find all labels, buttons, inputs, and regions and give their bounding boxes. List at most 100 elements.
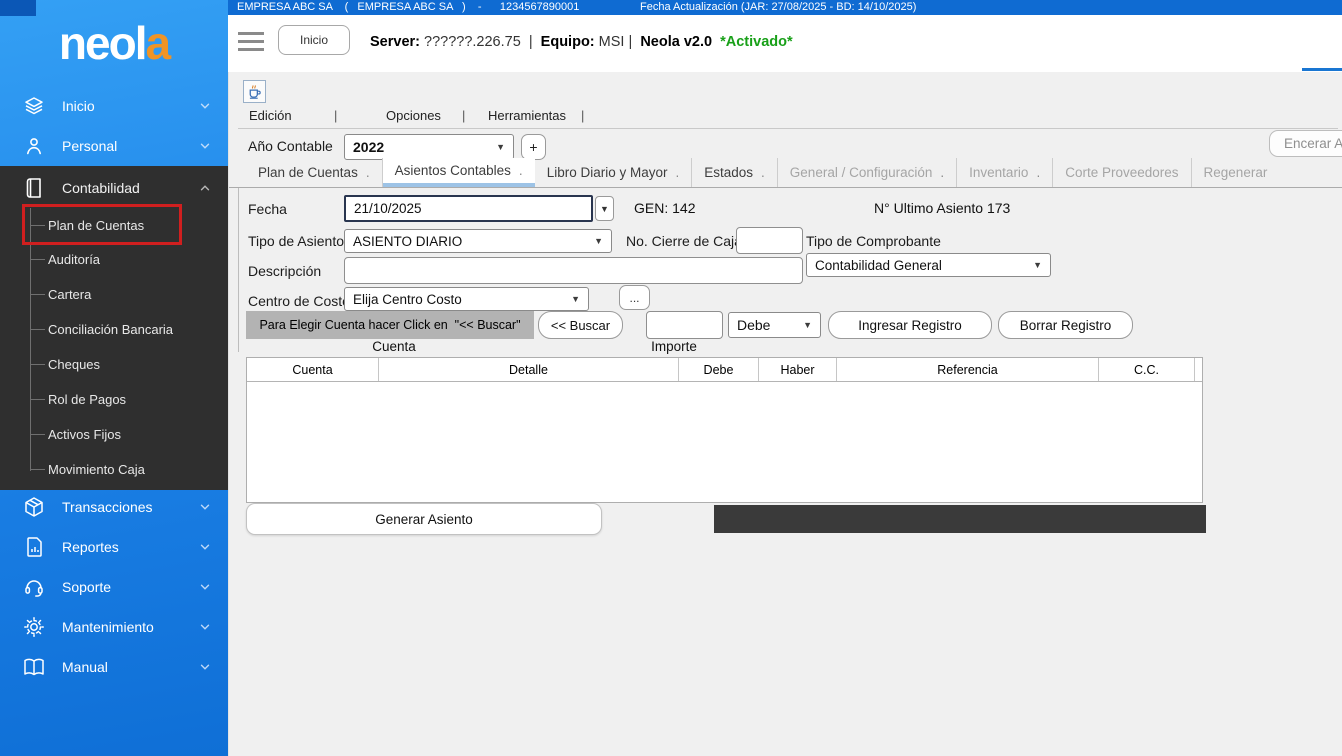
sidebar-item-inicio[interactable]: Inicio [0, 86, 228, 126]
column-header-referencia[interactable]: Referencia [837, 358, 1099, 381]
window-edge-blue-line [1302, 68, 1342, 71]
importe-input[interactable] [646, 311, 723, 339]
update-date-text: Fecha Actualización (JAR: 27/08/2025 - B… [640, 0, 916, 15]
chevron-down-icon [198, 540, 212, 554]
menubar-divider [238, 128, 1338, 129]
chevron-down-icon [198, 580, 212, 594]
descripcion-label: Descripción [248, 263, 321, 279]
inicio-button[interactable]: Inicio [278, 25, 350, 55]
layers-icon [22, 94, 46, 118]
tipo-comprobante-select[interactable]: Contabilidad General▼ [806, 253, 1051, 277]
sidebar-item-label: Transacciones [62, 499, 198, 515]
company-info-text: EMPRESA ABC SA ( EMPRESA ABC SA ) - 1234… [237, 0, 579, 15]
encerar-asiento-button[interactable]: Encerar Asiento [1269, 130, 1342, 157]
tab-regenerar[interactable]: Regenerar [1192, 158, 1280, 187]
gear-icon [22, 615, 46, 639]
equipo-label: Equipo: [541, 34, 595, 50]
sidebar-subitem-rol-de-pagos[interactable]: Rol de Pagos [0, 384, 228, 414]
generar-asiento-button[interactable]: Generar Asiento [246, 503, 602, 535]
cuenta-caption: Cuenta [349, 339, 439, 354]
tab-inventario[interactable]: Inventario. [957, 158, 1053, 187]
column-header-cuenta[interactable]: Cuenta [247, 358, 379, 381]
java-app-icon [243, 80, 266, 103]
sidebar-item-transacciones[interactable]: Transacciones [0, 487, 228, 527]
tab-label: Inventario [969, 165, 1028, 180]
sidebar-item-label: Reportes [62, 539, 198, 555]
column-header-debe[interactable]: Debe [679, 358, 759, 381]
package-icon [22, 495, 46, 519]
sidebar-item-label: Contabilidad [62, 180, 198, 196]
column-header-cc[interactable]: C.C. [1099, 358, 1195, 381]
sidebar-subitem-auditoria[interactable]: Auditoría [0, 244, 228, 274]
sidebar: neola Inicio Personal Contabilidad Plan … [0, 0, 228, 756]
dropdown-arrow-icon: ▼ [496, 142, 505, 152]
fecha-input[interactable] [344, 195, 593, 222]
tab-libro-diario-y-mayor[interactable]: Libro Diario y Mayor. [535, 158, 693, 187]
table-header-row: Cuenta Detalle Debe Haber Referencia C.C… [247, 358, 1202, 382]
buscar-button[interactable]: << Buscar [538, 311, 623, 339]
sidebar-subitem-cartera[interactable]: Cartera [0, 279, 228, 309]
menubar: Edición | Opciones | Herramientas | [229, 108, 1342, 128]
app-logo: neola [0, 16, 228, 70]
asientos-table: Cuenta Detalle Debe Haber Referencia C.C… [246, 357, 1203, 503]
sidebar-item-label: Personal [62, 138, 198, 154]
subitem-label: Cartera [48, 287, 91, 302]
subitem-label: Cheques [48, 357, 100, 372]
menu-separator: | [581, 108, 584, 123]
descripcion-input[interactable] [344, 257, 803, 284]
sidebar-item-personal[interactable]: Personal [0, 126, 228, 166]
fecha-dropdown-button[interactable]: ▼ [595, 196, 614, 221]
centro-costo-browse-button[interactable]: ... [619, 285, 650, 310]
buscar-hint-banner: Para Elegir Cuenta hacer Click en "<< Bu… [246, 311, 534, 339]
sidebar-item-reportes[interactable]: Reportes [0, 527, 228, 567]
sidebar-subitem-movimiento-caja[interactable]: Movimiento Caja [0, 454, 228, 484]
column-header-detalle[interactable]: Detalle [379, 358, 679, 381]
sidebar-item-mantenimiento[interactable]: Mantenimiento [0, 607, 228, 647]
hamburger-menu-icon[interactable] [238, 32, 264, 56]
subitem-label: Activos Fijos [48, 427, 121, 442]
highlight-red-box [22, 204, 182, 245]
tab-dot: . [761, 165, 765, 180]
sidebar-item-manual[interactable]: Manual [0, 647, 228, 687]
menu-edicion[interactable]: Edición [249, 108, 292, 123]
centro-costo-select[interactable]: Elija Centro Costo▼ [344, 287, 589, 311]
sidebar-subitem-conciliacion-bancaria[interactable]: Conciliación Bancaria [0, 314, 228, 344]
column-header-haber[interactable]: Haber [759, 358, 837, 381]
logo-text: neol [59, 17, 146, 69]
menu-opciones[interactable]: Opciones [386, 108, 441, 123]
tipo-asiento-select[interactable]: ASIENTO DIARIO▼ [344, 229, 612, 253]
sidebar-item-label: Mantenimiento [62, 619, 198, 635]
borrar-registro-button[interactable]: Borrar Registro [998, 311, 1133, 339]
anio-contable-label: Año Contable [248, 138, 333, 154]
tab-general-configuracion[interactable]: General / Configuración. [778, 158, 957, 187]
dropdown-arrow-icon: ▼ [803, 320, 812, 330]
tab-label: Plan de Cuentas [258, 165, 358, 180]
tab-label: Regenerar [1204, 165, 1268, 180]
menu-herramientas[interactable]: Herramientas [488, 108, 566, 123]
anio-contable-select[interactable]: 2022▼ [344, 134, 514, 160]
tab-estados[interactable]: Estados. [692, 158, 778, 187]
tab-asientos-contables[interactable]: Asientos Contables. [383, 158, 535, 187]
sidebar-item-contabilidad[interactable]: Contabilidad [0, 168, 228, 208]
menu-separator: | [334, 108, 337, 123]
tabs-divider [229, 187, 1342, 188]
sidebar-subitem-activos-fijos[interactable]: Activos Fijos [0, 419, 228, 449]
server-status-line: Server: ??????.226.75 | Equipo: MSI | Ne… [370, 34, 793, 50]
sidebar-subitem-cheques[interactable]: Cheques [0, 349, 228, 379]
cierre-caja-input[interactable] [736, 227, 803, 254]
ingresar-registro-button[interactable]: Ingresar Registro [828, 311, 992, 339]
subitem-label: Conciliación Bancaria [48, 322, 173, 337]
debe-haber-select[interactable]: Debe▼ [728, 312, 821, 338]
chevron-down-icon [198, 500, 212, 514]
importe-caption: Importe [629, 339, 719, 354]
tab-dot: . [940, 165, 944, 180]
tab-plan-de-cuentas[interactable]: Plan de Cuentas. [246, 158, 383, 187]
tab-corte-proveedores[interactable]: Corte Proveedores [1053, 158, 1191, 187]
server-value: ??????.226.75 | [420, 34, 541, 50]
menu-separator: | [462, 108, 465, 123]
add-year-button[interactable]: + [521, 134, 546, 160]
centro-costo-value: Elija Centro Costo [353, 292, 462, 307]
sidebar-item-soporte[interactable]: Soporte [0, 567, 228, 607]
fecha-label: Fecha [248, 201, 287, 217]
subitem-label: Rol de Pagos [48, 392, 126, 407]
